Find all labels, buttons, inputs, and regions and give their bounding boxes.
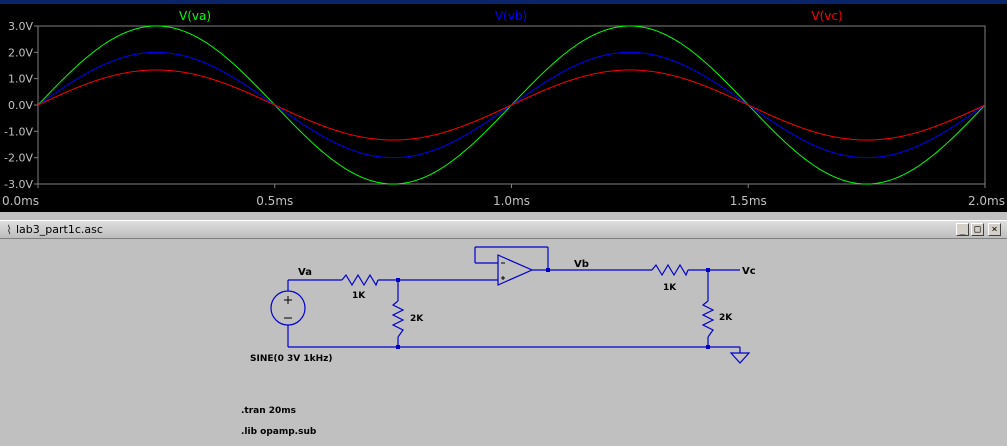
schematic-document-icon: ⌇ bbox=[6, 223, 12, 237]
legend-entry[interactable]: V(vc) bbox=[811, 9, 842, 23]
opamp[interactable] bbox=[497, 254, 534, 286]
legend: V(va) V(vb) V(vc) bbox=[179, 9, 843, 23]
schematic-canvas[interactable]: Va Vb Vc 1K 2K 1K 2K SINE(0 3V 1kHz) .tr… bbox=[0, 239, 1007, 446]
y-tick-label: -3.0V bbox=[4, 178, 33, 191]
y-tick-label: -1.0V bbox=[4, 125, 33, 138]
legend-entry[interactable]: V(vb) bbox=[495, 9, 527, 23]
minimize-button[interactable]: _ bbox=[956, 223, 969, 236]
junction-node bbox=[396, 278, 400, 282]
y-tick-label: -2.0V bbox=[4, 152, 33, 165]
x-axis-ticks: 0.0ms 0.5ms 1.0ms 1.5ms 2.0ms bbox=[2, 184, 1005, 208]
junction-node bbox=[396, 345, 400, 349]
net-label-vb: Vb bbox=[574, 259, 589, 270]
junction-node bbox=[706, 268, 710, 272]
r2-value: 2K bbox=[410, 314, 424, 324]
y-tick-label: 2.0V bbox=[8, 46, 33, 59]
x-tick-label: 0.5ms bbox=[256, 194, 293, 208]
lib-directive: .lib opamp.sub bbox=[241, 427, 317, 437]
tran-directive: .tran 20ms bbox=[241, 406, 296, 416]
x-tick-label: 1.0ms bbox=[493, 194, 530, 208]
ground-symbol[interactable] bbox=[729, 352, 751, 364]
net-label-va: Va bbox=[298, 267, 312, 278]
resistor-r1[interactable] bbox=[341, 273, 379, 287]
resistor-r4[interactable] bbox=[701, 300, 715, 338]
y-tick-label: 1.0V bbox=[8, 73, 33, 86]
junction-node bbox=[546, 268, 550, 272]
x-tick-label: 0.0ms bbox=[2, 194, 39, 208]
waveform-plot[interactable]: 3.0V 2.0V 1.0V 0.0V -1.0V -2.0V -3.0V 0.0ms 0.5… bbox=[0, 0, 1007, 212]
x-tick-label: 2.0ms bbox=[968, 194, 1005, 208]
x-tick-label: 1.5ms bbox=[730, 194, 767, 208]
maximize-button[interactable]: □ bbox=[971, 223, 984, 236]
r3-value: 1K bbox=[663, 283, 677, 293]
trace-vvc[interactable] bbox=[37, 69, 986, 141]
traces bbox=[37, 25, 986, 185]
schematic-titlebar[interactable]: ⌇ lab3_part1c.asc _ □ × bbox=[0, 220, 1007, 239]
resistor-r3[interactable] bbox=[651, 263, 689, 277]
source-spec: SINE(0 3V 1kHz) bbox=[250, 354, 333, 364]
r4-value: 2K bbox=[719, 313, 733, 323]
net-label-vc: Vc bbox=[742, 266, 756, 277]
resistor-r2[interactable] bbox=[391, 300, 405, 338]
y-tick-label: 3.0V bbox=[8, 20, 33, 33]
y-axis-ticks: 3.0V 2.0V 1.0V 0.0V -1.0V -2.0V -3.0V bbox=[4, 20, 38, 191]
junction-node bbox=[706, 345, 710, 349]
y-tick-label: 0.0V bbox=[8, 99, 33, 112]
close-button[interactable]: × bbox=[988, 223, 1001, 236]
r1-value: 1K bbox=[352, 291, 366, 301]
legend-entry[interactable]: V(va) bbox=[179, 9, 211, 23]
waveform-window[interactable]: 3.0V 2.0V 1.0V 0.0V -1.0V -2.0V -3.0V 0.0ms 0.5… bbox=[0, 0, 1007, 212]
schematic-drawing[interactable]: Va Vb Vc 1K 2K 1K 2K SINE(0 3V 1kHz) .tr… bbox=[0, 239, 1007, 446]
schematic-window-title: lab3_part1c.asc bbox=[16, 223, 103, 236]
